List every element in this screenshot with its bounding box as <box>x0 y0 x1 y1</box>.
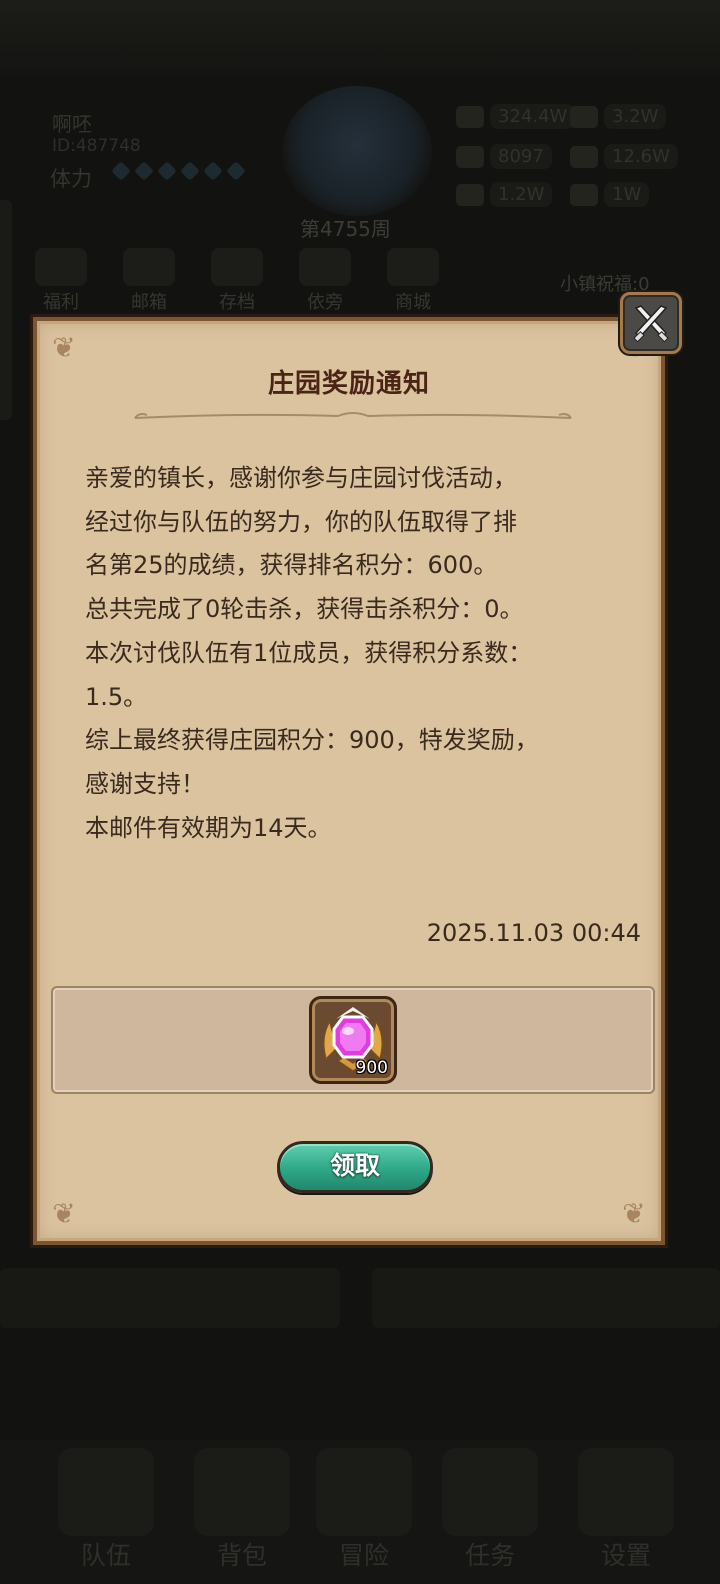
player-id: ID:487748 <box>52 136 141 156</box>
avatar <box>282 86 432 216</box>
reward-item[interactable]: 900 <box>309 996 397 1084</box>
nav-item-shop[interactable]: 商城 <box>380 248 446 314</box>
mail-line: 本次讨伐队伍有1位成员，获得积分系数： <box>85 638 533 667</box>
dialog-title: 庄园奖励通知 <box>267 369 430 399</box>
mail-dialog: ❦ ❦ ❦ ❦ 庄园奖励通知 亲爱的镇长，感谢你参与庄园讨伐活动， 经过你与队伍… <box>33 317 665 1245</box>
nav-item-welfare[interactable]: 福利 <box>28 248 94 314</box>
player-name: 啊呸 <box>52 112 92 136</box>
bottom-nav-quest[interactable]: 任务 <box>430 1448 550 1572</box>
mail-line: 感谢支持！ <box>85 769 205 798</box>
potion-icon <box>570 183 598 206</box>
stamina-indicator <box>111 161 246 181</box>
corner-ornament-icon: ❦ <box>622 1197 646 1230</box>
nav-item-dependents[interactable]: 依旁 <box>292 248 358 314</box>
quest-icon <box>442 1448 538 1536</box>
resource-ore: 8097 <box>456 144 552 169</box>
gear-icon <box>578 1448 674 1536</box>
bottom-nav-team[interactable]: 队伍 <box>46 1448 166 1572</box>
wood-icon <box>570 145 598 168</box>
mail-line: 本邮件有效期为14天。 <box>85 813 332 842</box>
background-bar-left <box>0 1268 340 1328</box>
resource-scroll: 1.2W <box>456 182 553 207</box>
mail-body: 亲爱的镇长，感谢你参与庄园讨伐活动， 经过你与队伍的努力，你的队伍取得了排 名第… <box>85 457 645 850</box>
reward-count: 900 <box>355 1058 388 1078</box>
corner-ornament-icon: ❦ <box>52 1197 76 1230</box>
mail-line: 亲爱的镇长，感谢你参与庄园讨伐活动， <box>85 464 517 492</box>
claim-button[interactable]: 领取 <box>277 1141 433 1193</box>
resource-wood: 12.6W <box>570 144 678 169</box>
mail-line: 综上最终获得庄园积分：900，特发奖励， <box>85 726 539 755</box>
mail-line: 总共完成了0轮击杀，获得击杀积分：0。 <box>85 595 524 624</box>
shop-icon <box>387 248 439 286</box>
gun-icon <box>299 248 351 286</box>
bottom-nav-adventure[interactable]: 冒险 <box>304 1448 424 1572</box>
gift-icon <box>35 248 87 286</box>
ingot-icon <box>570 105 598 128</box>
week-label: 第4755周 <box>300 217 391 241</box>
mail-line: 名第25的成绩，获得排名积分：600。 <box>85 551 498 580</box>
mail-line: 1.5。 <box>85 682 148 711</box>
resource-potion: 1W <box>570 182 650 207</box>
bottom-nav-settings[interactable]: 设置 <box>566 1448 686 1572</box>
close-button[interactable] <box>620 292 682 354</box>
side-tab <box>0 200 12 420</box>
nav-item-mailbox[interactable]: 邮箱 <box>116 248 182 314</box>
mail-date: 2025.11.03 00:44 <box>426 919 641 947</box>
crossed-swords-close-icon <box>633 305 669 343</box>
sword-icon <box>316 1448 412 1536</box>
resource-gold: 324.4W <box>456 104 576 129</box>
save-icon <box>211 248 263 286</box>
reward-list: 900 <box>51 986 655 1094</box>
resource-ingot: 3.2W <box>570 104 667 129</box>
mail-icon <box>123 248 175 286</box>
scroll-icon <box>456 183 484 206</box>
coin-icon <box>456 105 484 128</box>
top-banner <box>0 0 720 75</box>
stamina-label: 体力 <box>50 167 92 191</box>
bottom-nav-bag[interactable]: 背包 <box>182 1448 302 1572</box>
background-bar-right <box>372 1268 720 1328</box>
team-icon <box>58 1448 154 1536</box>
mail-line: 经过你与队伍的努力，你的队伍取得了排 <box>85 507 517 536</box>
backpack-icon <box>194 1448 290 1536</box>
ore-icon <box>456 145 484 168</box>
title-divider <box>134 412 572 419</box>
nav-item-save[interactable]: 存档 <box>204 248 270 314</box>
top-nav: 福利 邮箱 存档 依旁 商城 <box>28 248 446 314</box>
